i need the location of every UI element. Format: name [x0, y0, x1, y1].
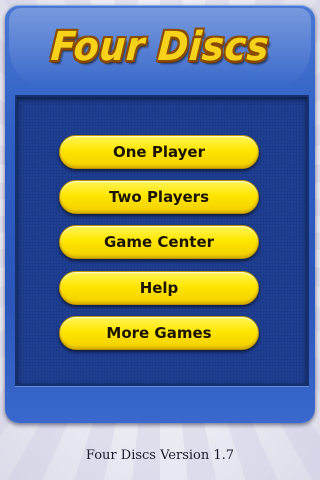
- one-player-button[interactable]: One Player: [59, 135, 259, 169]
- more-games-button[interactable]: More Games: [59, 316, 259, 350]
- two-players-label: Two Players: [108, 188, 210, 206]
- one-player-label: One Player: [113, 143, 205, 161]
- game-center-button[interactable]: Game Center: [59, 225, 259, 259]
- game-center-label: Game Center: [103, 233, 215, 251]
- more-games-label: More Games: [106, 324, 212, 342]
- help-label: Help: [139, 279, 179, 297]
- help-button[interactable]: Help: [59, 271, 259, 305]
- game-title-logo: Four Discs: [49, 24, 271, 70]
- two-players-button[interactable]: Two Players: [59, 180, 259, 214]
- version-text: Four Discs Version 1.7: [85, 448, 235, 463]
